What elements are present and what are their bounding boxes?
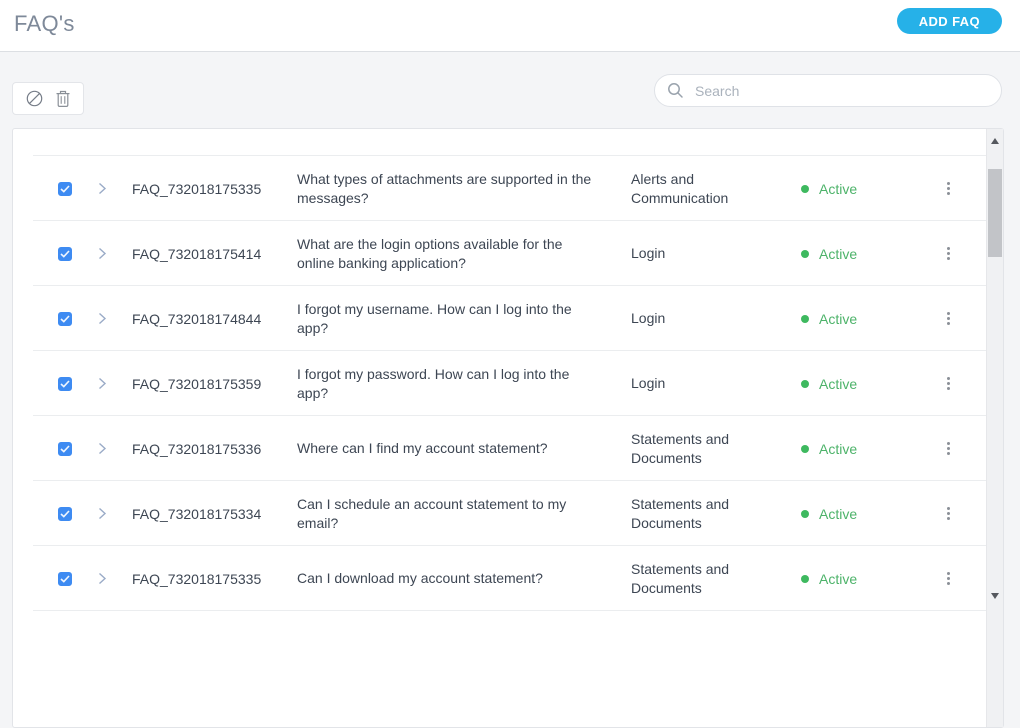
faq-question: Where can I find my account statement? <box>297 440 548 457</box>
search-icon <box>667 82 684 99</box>
faq-category: Statements and Documents <box>631 495 730 531</box>
row-checkbox[interactable] <box>58 246 72 261</box>
status-label: Active <box>819 505 858 522</box>
faq-question: What are the login options available for… <box>297 235 563 271</box>
chevron-right-icon[interactable] <box>98 182 112 195</box>
scrollbar-thumb[interactable] <box>988 169 1002 257</box>
status-dot-icon <box>801 444 809 453</box>
vertical-scrollbar[interactable] <box>986 129 1003 727</box>
page-title: FAQ's <box>14 11 75 36</box>
faq-category: Login <box>631 245 666 262</box>
status-dot-icon <box>801 249 809 258</box>
kebab-vertical-icon[interactable] <box>944 309 953 328</box>
status-dot-icon <box>801 574 809 583</box>
faq-question: What types of attachments are supported … <box>297 170 592 206</box>
faq-category: Login <box>631 375 666 392</box>
bulk-actions-toolbar <box>12 82 84 115</box>
table-row: FAQ_732018174844 I forgot my username. H… <box>13 286 986 351</box>
circle-slash-icon[interactable] <box>25 89 44 108</box>
chevron-right-icon[interactable] <box>98 377 112 390</box>
faq-table-card: FAQ_732018175335 What types of attachmen… <box>12 128 1004 728</box>
chevron-right-icon[interactable] <box>98 247 112 260</box>
status-dot-icon <box>801 379 809 388</box>
kebab-vertical-icon[interactable] <box>944 504 953 523</box>
search-box <box>654 74 1002 107</box>
chevron-right-icon[interactable] <box>98 507 112 520</box>
faq-category: Statements and Documents <box>631 430 730 466</box>
clipped-row-top <box>13 129 986 156</box>
trash-icon[interactable] <box>55 90 71 108</box>
chevron-right-icon[interactable] <box>98 442 112 455</box>
status-badge: Active <box>801 311 921 327</box>
table-row: FAQ_732018175334 Can I schedule an accou… <box>13 481 986 546</box>
status-dot-icon <box>801 509 809 518</box>
faq-id: FAQ_732018175414 <box>132 245 262 262</box>
search-input[interactable] <box>693 81 989 100</box>
status-dot-icon <box>801 314 809 323</box>
status-badge: Active <box>801 181 921 197</box>
status-label: Active <box>819 245 858 262</box>
faq-category: Login <box>631 310 666 327</box>
status-badge: Active <box>801 571 921 587</box>
status-label: Active <box>819 570 858 587</box>
table-row: FAQ_732018175335 Can I download my accou… <box>13 546 986 611</box>
scroll-up-arrow-icon[interactable] <box>991 138 999 144</box>
row-checkbox[interactable] <box>58 311 72 326</box>
faq-category: Alerts and Communication <box>631 170 729 206</box>
row-checkbox[interactable] <box>58 376 72 391</box>
faq-question: I forgot my username. How can I log into… <box>297 300 572 336</box>
table-row: FAQ_732018175335 What types of attachmen… <box>13 156 986 221</box>
scroll-down-arrow-icon[interactable] <box>991 593 999 599</box>
chevron-right-icon[interactable] <box>98 572 112 585</box>
chevron-right-icon[interactable] <box>98 312 112 325</box>
faq-id: FAQ_732018175334 <box>132 505 262 522</box>
status-label: Active <box>819 440 858 457</box>
status-badge: Active <box>801 246 921 262</box>
status-badge: Active <box>801 376 921 392</box>
table-row: FAQ_732018175336 Where can I find my acc… <box>13 416 986 481</box>
faq-table-body: FAQ_732018175335 What types of attachmen… <box>13 129 986 611</box>
kebab-vertical-icon[interactable] <box>944 374 953 393</box>
row-checkbox[interactable] <box>58 181 72 196</box>
kebab-vertical-icon[interactable] <box>944 244 953 263</box>
status-dot-icon <box>801 184 809 193</box>
kebab-vertical-icon[interactable] <box>944 179 953 198</box>
status-label: Active <box>819 310 858 327</box>
faq-id: FAQ_732018175335 <box>132 180 262 197</box>
row-checkbox[interactable] <box>58 506 72 521</box>
faq-question: I forgot my password. How can I log into… <box>297 365 570 401</box>
faq-id: FAQ_732018174844 <box>132 310 262 327</box>
add-faq-button[interactable]: ADD FAQ <box>896 8 1002 34</box>
status-badge: Active <box>801 506 921 522</box>
faq-question: Can I schedule an account statement to m… <box>297 495 567 531</box>
row-checkbox[interactable] <box>58 571 72 586</box>
kebab-vertical-icon[interactable] <box>944 569 953 588</box>
status-label: Active <box>819 180 858 197</box>
kebab-vertical-icon[interactable] <box>944 439 953 458</box>
faq-category: Statements and Documents <box>631 560 730 596</box>
faq-id: FAQ_732018175359 <box>132 375 262 392</box>
status-badge: Active <box>801 441 921 457</box>
row-checkbox[interactable] <box>58 441 72 456</box>
status-label: Active <box>819 375 858 392</box>
faq-question: Can I download my account statement? <box>297 570 543 587</box>
top-header-bar: FAQ's ADD FAQ <box>0 0 1020 52</box>
table-row: FAQ_732018175414 What are the login opti… <box>13 221 986 286</box>
faq-id: FAQ_732018175335 <box>132 570 262 587</box>
faq-id: FAQ_732018175336 <box>132 440 262 457</box>
table-row: FAQ_732018175359 I forgot my password. H… <box>13 351 986 416</box>
